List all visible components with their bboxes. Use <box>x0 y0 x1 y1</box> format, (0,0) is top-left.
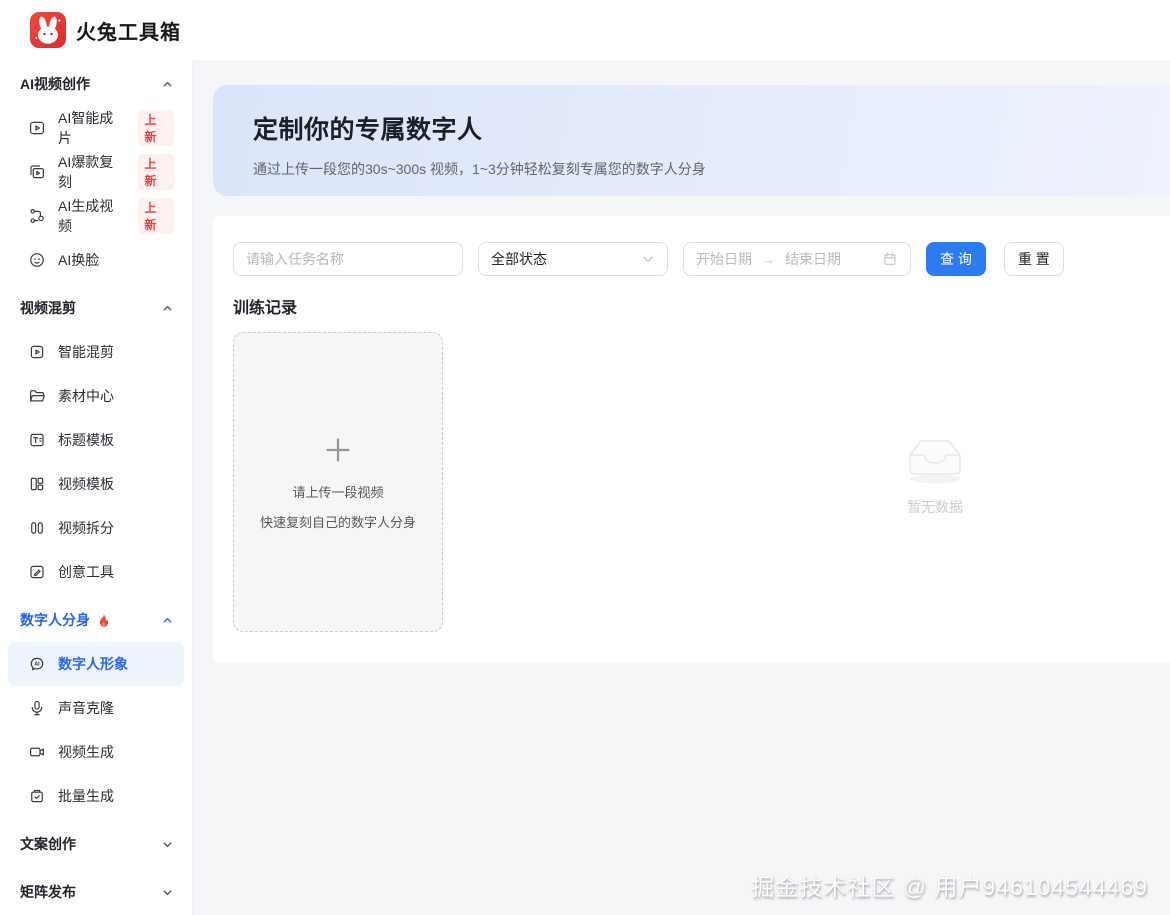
sidebar-item-smart-mix[interactable]: 智能混剪 <box>8 330 184 374</box>
sidebar-item-digital-avatar[interactable]: AI 数字人形象 <box>8 642 184 686</box>
chevron-up-icon <box>161 614 174 627</box>
upload-hint-line2: 快速复刻自己的数字人分身 <box>259 514 416 530</box>
sidebar-section-digital-human[interactable]: 数字人分身 <box>8 598 184 642</box>
sidebar-item-label: 数字人形象 <box>58 656 128 672</box>
sidebar-item-label: 素材中心 <box>58 388 114 404</box>
status-select[interactable]: 全部状态 <box>478 242 668 276</box>
empty-state-text: 暂无数据 <box>907 499 963 515</box>
reset-button[interactable]: 重 置 <box>1003 242 1064 276</box>
sidebar-item-ai-generate-video[interactable]: AI生成视频 上新 <box>8 194 184 238</box>
sidebar-item-ai-smart-film[interactable]: AI智能成片 上新 <box>8 106 184 150</box>
sidebar-item-video-split[interactable]: 视频拆分 <box>8 506 184 550</box>
watermark-text: 掘金技术社区 @ 用户946104544469 <box>751 874 1148 900</box>
banner-title: 定制你的专属数字人 <box>253 116 483 144</box>
sidebar-item-label: 声音克隆 <box>58 700 114 716</box>
sidebar-item-batch-generate[interactable]: 批量生成 <box>8 774 184 818</box>
sidebar-item-label: 批量生成 <box>58 788 114 804</box>
status-select-value: 全部状态 <box>491 251 547 267</box>
ai-replicate-icon <box>28 163 46 181</box>
sidebar-menu: AI视频创作 AI智能成片 上新 AI爆款复刻 上新 AI生成视频 上新 AI换… <box>0 60 192 914</box>
chevron-down-icon <box>161 838 174 851</box>
sidebar-section-video-mix[interactable]: 视频混剪 <box>8 286 184 330</box>
sidebar-section-matrix-publish[interactable]: 矩阵发布 <box>8 870 184 914</box>
sidebar-item-voice-clone[interactable]: 声音克隆 <box>8 686 184 730</box>
upload-hint-line1: 请上传一段视频 <box>292 484 384 500</box>
sidebar-item-label: 视频拆分 <box>58 520 114 536</box>
date-range-arrow: → <box>762 251 775 267</box>
title-template-icon <box>28 431 46 449</box>
plus-icon <box>326 437 350 462</box>
video-template-icon <box>28 475 46 493</box>
banner-subtitle: 通过上传一段您的30s~300s 视频，1~3分钟轻松复刻专属您的数字人分身 <box>253 161 706 177</box>
section-label: 矩阵发布 <box>20 884 76 900</box>
folder-icon <box>28 387 46 405</box>
sidebar-item-ai-face-swap[interactable]: AI换脸 <box>8 238 184 282</box>
ai-generate-video-icon <box>28 207 46 225</box>
training-panel: 全部状态 开始日期 → 结束日期 查 询 重 置 训练记录 <box>213 216 1170 663</box>
new-badge: 上新 <box>138 198 174 234</box>
top-header: 火兔工具箱 <box>0 0 1170 60</box>
sidebar-item-label: 标题模板 <box>58 432 114 448</box>
training-records-area: 请上传一段视频 快速复刻自己的数字人分身 暂无数据 <box>233 332 1164 632</box>
digital-human-banner: 定制你的专属数字人 通过上传一段您的30s~300s 视频，1~3分钟轻松复刻专… <box>213 85 1170 196</box>
smart-mix-icon <box>28 343 46 361</box>
sidebar-item-material-center[interactable]: 素材中心 <box>8 374 184 418</box>
new-badge: 上新 <box>138 110 174 146</box>
app-window: 火兔工具箱 AI视频创作 AI智能成片 上新 AI爆款复刻 上新 AI生成视频 … <box>0 0 1170 915</box>
calendar-icon <box>882 251 898 267</box>
section-label: AI视频创作 <box>20 76 90 92</box>
chevron-down-icon <box>161 886 174 899</box>
empty-state: 暂无数据 <box>898 428 972 517</box>
section-label: 视频混剪 <box>20 300 76 316</box>
svg-text:AI: AI <box>34 662 40 668</box>
video-split-icon <box>28 519 46 537</box>
sidebar-item-label: AI智能成片 <box>58 110 114 146</box>
sidebar: AI视频创作 AI智能成片 上新 AI爆款复刻 上新 AI生成视频 上新 AI换… <box>0 60 193 915</box>
new-badge: 上新 <box>138 154 174 190</box>
sidebar-item-ai-hot-replicate[interactable]: AI爆款复刻 上新 <box>8 150 184 194</box>
app-title: 火兔工具箱 <box>76 21 181 44</box>
video-camera-icon <box>28 743 46 761</box>
sidebar-item-label: 视频生成 <box>58 744 114 760</box>
creative-tools-icon <box>28 563 46 581</box>
digital-avatar-icon: AI <box>28 655 46 673</box>
sidebar-item-title-template[interactable]: 标题模板 <box>8 418 184 462</box>
section-label: 数字人分身 <box>20 612 90 628</box>
sidebar-item-video-generate[interactable]: 视频生成 <box>8 730 184 774</box>
app-logo-rabbit-icon[interactable] <box>30 12 66 48</box>
end-date-placeholder: 结束日期 <box>785 251 841 267</box>
sidebar-item-label: 视频模板 <box>58 476 114 492</box>
search-button[interactable]: 查 询 <box>926 242 986 276</box>
face-swap-icon <box>28 251 46 269</box>
sidebar-item-label: AI爆款复刻 <box>58 154 114 190</box>
sidebar-section-ai-video-create[interactable]: AI视频创作 <box>8 62 184 106</box>
chevron-down-icon <box>641 252 655 266</box>
chevron-up-icon <box>161 302 174 315</box>
section-label: 文案创作 <box>20 836 76 852</box>
task-name-input[interactable] <box>233 242 463 276</box>
main-content: 定制你的专属数字人 通过上传一段您的30s~300s 视频，1~3分钟轻松复刻专… <box>193 60 1170 915</box>
filter-bar: 全部状态 开始日期 → 结束日期 查 询 重 置 <box>233 242 1164 276</box>
training-records-title: 训练记录 <box>233 300 298 317</box>
sidebar-item-label: AI换脸 <box>58 252 100 268</box>
microphone-icon <box>28 699 46 717</box>
sidebar-item-creative-tools[interactable]: 创意工具 <box>8 550 184 594</box>
ai-film-icon <box>28 119 46 137</box>
fire-icon <box>99 613 109 627</box>
upload-video-card[interactable]: 请上传一段视频 快速复刻自己的数字人分身 <box>233 332 443 632</box>
date-range-picker[interactable]: 开始日期 → 结束日期 <box>683 242 911 276</box>
chevron-up-icon <box>161 78 174 91</box>
sidebar-section-copywriting[interactable]: 文案创作 <box>8 822 184 866</box>
sidebar-item-label: AI生成视频 <box>58 198 114 234</box>
batch-generate-icon <box>28 787 46 805</box>
start-date-placeholder: 开始日期 <box>696 251 752 267</box>
empty-inbox-icon <box>909 440 961 484</box>
sidebar-item-label: 创意工具 <box>58 564 114 580</box>
sidebar-item-video-template[interactable]: 视频模板 <box>8 462 184 506</box>
sidebar-item-label: 智能混剪 <box>58 344 114 360</box>
